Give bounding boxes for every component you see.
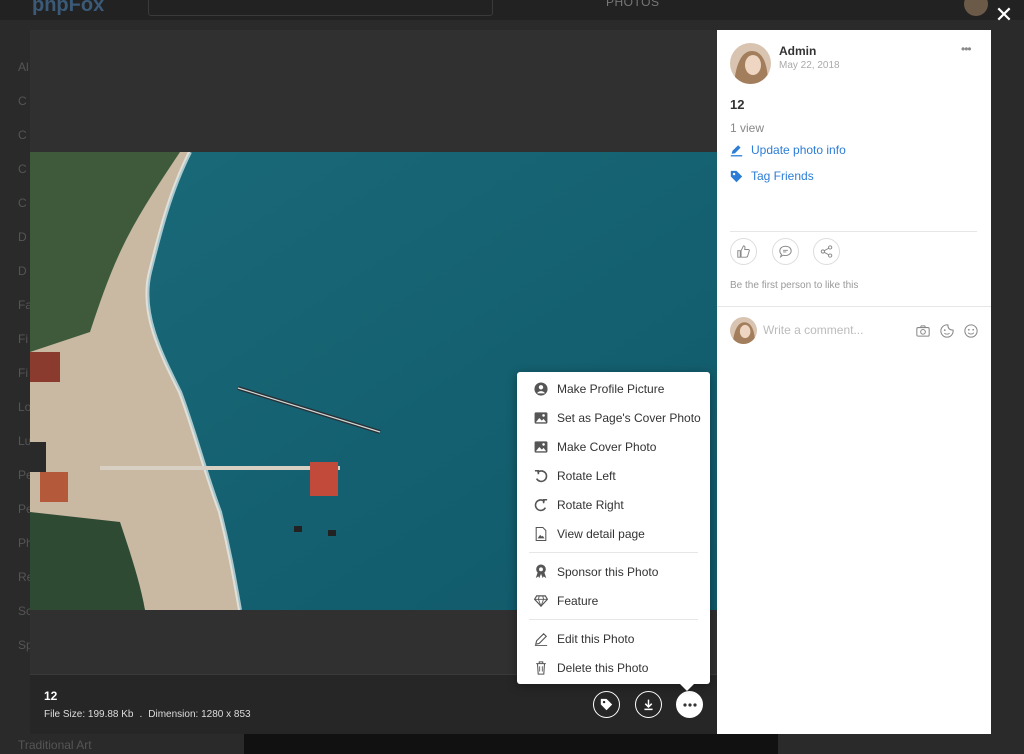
- background-sidebar-letter: Fi: [18, 366, 28, 380]
- photo-options-menu: Make Profile Picture Set as Page's Cover…: [517, 372, 710, 691]
- background-sidebar-letter: Al: [18, 60, 29, 74]
- file-size: File Size: 199.88 Kb: [44, 709, 134, 720]
- background-avatar: [964, 0, 988, 16]
- close-button[interactable]: ✕: [994, 4, 1014, 26]
- comment-input[interactable]: [763, 320, 903, 340]
- background-sidebar-letter: C: [18, 128, 27, 142]
- background-sidebar-letter: Fi: [18, 332, 28, 346]
- background-sidebar-letter: D: [18, 230, 27, 244]
- pencil-icon: [533, 631, 549, 647]
- menu-item-sponsor-photo[interactable]: Sponsor this Photo: [517, 557, 710, 586]
- commenter-avatar: [730, 317, 757, 344]
- menu-divider: [529, 619, 698, 620]
- menu-item-label: Edit this Photo: [557, 631, 635, 646]
- background-sidebar-letter: C: [18, 196, 27, 210]
- background-category-text: Traditional Art: [18, 738, 92, 752]
- photo-title: 12: [44, 689, 58, 703]
- more-options-button[interactable]: [676, 691, 703, 718]
- menu-item-label: Rotate Right: [557, 497, 624, 512]
- update-photo-info-link[interactable]: Update photo info: [730, 143, 846, 157]
- menu-divider: [529, 552, 698, 553]
- meta-separator: .: [139, 709, 143, 720]
- like-button[interactable]: [730, 238, 757, 265]
- post-date: May 22, 2018: [779, 60, 840, 71]
- thumbs-up-icon: [737, 245, 750, 258]
- background-search: [148, 0, 493, 16]
- dimension: Dimension: 1280 x 853: [148, 709, 251, 720]
- share-icon: [820, 245, 833, 258]
- menu-caret: [680, 684, 694, 691]
- background-logo: phpFox: [32, 0, 105, 16]
- user-circle-icon: [533, 381, 549, 397]
- menu-item-label: Sponsor this Photo: [557, 564, 659, 579]
- background-section-label: PHOTOS: [606, 0, 660, 9]
- tag-icon: [600, 698, 613, 711]
- emoji-icon[interactable]: [963, 323, 979, 339]
- menu-item-set-page-cover[interactable]: Set as Page's Cover Photo: [517, 403, 710, 432]
- menu-item-make-profile-picture[interactable]: Make Profile Picture: [517, 374, 710, 403]
- share-button[interactable]: [813, 238, 840, 265]
- menu-item-label: Feature: [557, 593, 599, 608]
- menu-item-feature[interactable]: Feature: [517, 586, 710, 615]
- photo-meta: File Size: 199.88 Kb. Dimension: 1280 x 8…: [44, 709, 251, 720]
- menu-item-label: Delete this Photo: [557, 660, 649, 675]
- image-icon: [533, 439, 549, 455]
- diamond-icon: [533, 593, 549, 609]
- camera-icon[interactable]: [915, 323, 931, 339]
- image-icon: [533, 410, 549, 426]
- panel-divider: [717, 306, 991, 307]
- ellipsis-icon: [682, 702, 697, 707]
- tag-icon: [730, 169, 744, 183]
- file-image-icon: [533, 526, 549, 542]
- menu-item-view-detail-page[interactable]: View detail page: [517, 519, 710, 548]
- photo-detail-panel: Admin May 22, 2018 ••• 12 1 view Update …: [717, 30, 991, 734]
- author-name[interactable]: Admin: [779, 44, 816, 58]
- sponsor-badge-icon: [533, 564, 549, 580]
- menu-item-edit-photo[interactable]: Edit this Photo: [517, 624, 710, 653]
- background-sidebar-letter: C: [18, 162, 27, 176]
- menu-item-label: Make Profile Picture: [557, 381, 665, 396]
- background-sidebar-letter: D: [18, 264, 27, 278]
- background-thumbnails: [244, 734, 778, 754]
- trash-icon: [533, 660, 549, 676]
- author-avatar[interactable]: [730, 43, 771, 84]
- menu-item-label: Make Cover Photo: [557, 439, 657, 454]
- background-sidebar-letter: C: [18, 94, 27, 108]
- like-prompt: Be the first person to like this: [730, 280, 859, 291]
- tag-friends-link[interactable]: Tag Friends: [730, 169, 814, 183]
- rotate-left-icon: [533, 468, 549, 484]
- view-count: 1 view: [730, 121, 765, 135]
- menu-item-label: Rotate Left: [557, 468, 616, 483]
- panel-divider: [730, 231, 977, 232]
- photo-detail-title: 12: [730, 97, 745, 112]
- menu-item-label: View detail page: [557, 526, 645, 541]
- menu-item-rotate-right[interactable]: Rotate Right: [517, 490, 710, 519]
- sticker-icon[interactable]: [939, 323, 955, 339]
- comment-icon: [779, 245, 792, 258]
- edit-info-icon: [730, 143, 744, 157]
- tag-friends-label: Tag Friends: [751, 169, 814, 183]
- rotate-right-icon: [533, 497, 549, 513]
- menu-item-label: Set as Page's Cover Photo: [557, 410, 701, 425]
- menu-item-rotate-left[interactable]: Rotate Left: [517, 461, 710, 490]
- menu-item-delete-photo[interactable]: Delete this Photo: [517, 653, 710, 682]
- background-topbar: phpFox PHOTOS: [0, 0, 1024, 20]
- download-button[interactable]: [635, 691, 662, 718]
- download-icon: [644, 699, 653, 711]
- tag-button[interactable]: [593, 691, 620, 718]
- comment-button[interactable]: [772, 238, 799, 265]
- update-photo-info-label: Update photo info: [751, 143, 846, 157]
- menu-item-make-cover-photo[interactable]: Make Cover Photo: [517, 432, 710, 461]
- panel-more-button[interactable]: •••: [961, 42, 972, 56]
- background-sidebar: Al C C C C D D Fa Fi Fi Lo Lu Pe Pe Ph Re Sc Sp: [0, 60, 33, 754]
